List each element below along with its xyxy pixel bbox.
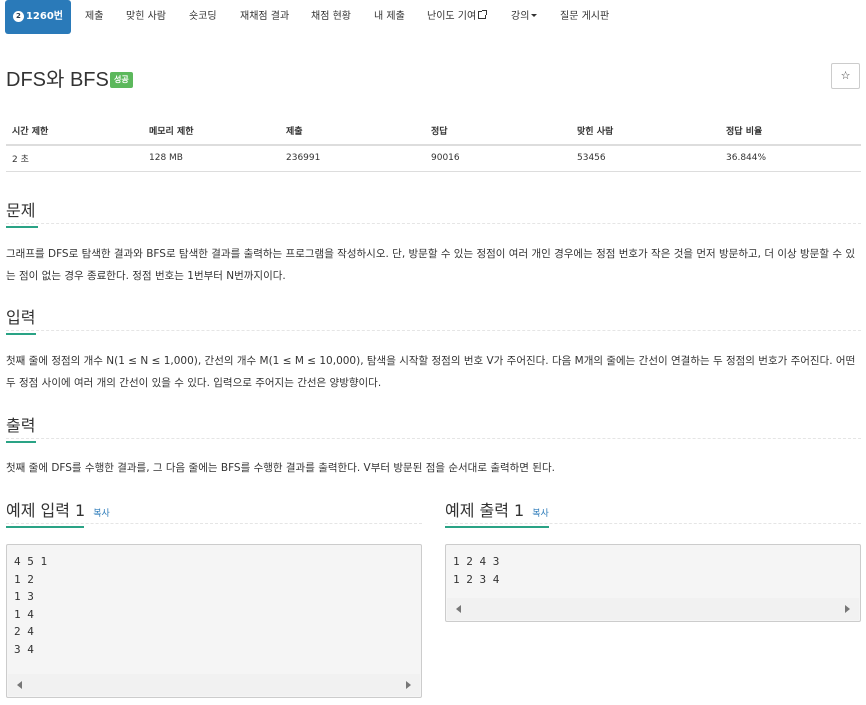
tab-problem-label: 1260번 xyxy=(25,11,64,22)
problem-heading-text: 문제 xyxy=(6,201,36,220)
tab-rejudge-results[interactable]: 재채점 결과 xyxy=(240,0,289,34)
problem-info-table: 시간 제한 메모리 제한 제출 정답 맞힌 사람 정답 비율 2 초 128 M… xyxy=(6,117,861,172)
sample-output-heading: 예제 출력 1 복사 xyxy=(445,497,549,528)
horizontal-scrollbar[interactable] xyxy=(8,674,420,696)
tab-qna-board[interactable]: 질문 게시판 xyxy=(560,0,609,34)
header-submissions: 제출 xyxy=(280,117,425,146)
output-heading-text: 출력 xyxy=(6,416,36,435)
heading-accent-bar xyxy=(445,526,549,528)
tab-problem[interactable]: 2 1260번 xyxy=(5,0,71,34)
info-header-row: 시간 제한 메모리 제한 제출 정답 맞힌 사람 정답 비율 xyxy=(6,117,861,146)
section-divider xyxy=(6,523,422,524)
sample-input-heading-text: 예제 입력 1 xyxy=(6,501,86,520)
accepted-value: 90016 xyxy=(425,145,571,172)
header-memory-limit: 메모리 제한 xyxy=(143,117,280,146)
problem-description: 그래프를 DFS로 탐색한 결과와 BFS로 탐색한 결과를 출력하는 프로그램… xyxy=(6,248,855,282)
sample-output-box[interactable]: 1 2 4 3 1 2 3 4 xyxy=(445,544,861,622)
status-badge: 성공 xyxy=(110,72,133,88)
external-link-icon xyxy=(478,10,488,19)
heading-accent-bar xyxy=(6,226,38,228)
section-divider xyxy=(6,438,861,439)
star-button[interactable]: ☆ xyxy=(831,63,860,89)
tab-difficulty-label: 난이도 기여 xyxy=(427,11,477,22)
memory-limit-value: 128 MB xyxy=(143,145,280,172)
time-limit-value: 2 초 xyxy=(6,145,143,172)
tab-difficulty-contribution[interactable]: 난이도 기여 xyxy=(427,0,488,34)
heading-accent-bar xyxy=(6,441,36,443)
caret-down-icon xyxy=(531,14,538,17)
problem-title: DFS와 BFS xyxy=(6,69,109,91)
tier-icon: 2 xyxy=(12,11,24,22)
output-heading: 출력 xyxy=(6,412,36,443)
problem-nav: 2 1260번 제출 맞힌 사람 숏코딩 재채점 결과 채점 현황 내 제출 난이… xyxy=(0,0,866,34)
header-accepted: 정답 xyxy=(425,117,571,146)
scroll-left-icon[interactable] xyxy=(17,681,22,689)
sample-input-heading: 예제 입력 1 복사 xyxy=(6,497,110,528)
input-heading: 입력 xyxy=(6,304,36,335)
header-time-limit: 시간 제한 xyxy=(6,117,143,146)
scroll-right-icon[interactable] xyxy=(406,681,411,689)
header-accept-rate: 정답 비율 xyxy=(720,117,861,146)
copy-sample-input-link[interactable]: 복사 xyxy=(93,509,110,519)
tab-solvers[interactable]: 맞힌 사람 xyxy=(126,0,166,34)
heading-accent-bar xyxy=(6,526,84,528)
tab-lectures[interactable]: 강의 xyxy=(511,0,538,34)
solvers-value: 53456 xyxy=(571,145,720,172)
submissions-value: 236991 xyxy=(280,145,425,172)
tab-short-coding[interactable]: 숏코딩 xyxy=(189,0,217,34)
tab-submit[interactable]: 제출 xyxy=(85,0,103,34)
tab-judge-status[interactable]: 채점 현황 xyxy=(311,0,351,34)
info-value-row: 2 초 128 MB 236991 90016 53456 36.844% xyxy=(6,145,861,172)
section-divider xyxy=(445,523,861,524)
sample-input-text: 4 5 1 1 2 1 3 1 4 2 4 3 4 xyxy=(14,555,48,656)
input-heading-text: 입력 xyxy=(6,308,36,327)
horizontal-scrollbar[interactable] xyxy=(447,598,859,620)
scroll-left-icon[interactable] xyxy=(456,605,461,613)
problem-heading: 문제 xyxy=(6,197,38,228)
input-description: 첫째 줄에 정점의 개수 N(1 ≤ N ≤ 1,000), 간선의 개수 M(… xyxy=(6,355,856,389)
sample-output-heading-text: 예제 출력 1 xyxy=(445,501,525,520)
tab-lectures-label: 강의 xyxy=(511,11,530,22)
sample-input-box[interactable]: 4 5 1 1 2 1 3 1 4 2 4 3 4 xyxy=(6,544,422,698)
heading-accent-bar xyxy=(6,333,36,335)
copy-sample-output-link[interactable]: 복사 xyxy=(532,509,549,519)
accept-rate-value: 36.844% xyxy=(720,145,861,172)
tab-my-submissions[interactable]: 내 제출 xyxy=(374,0,405,34)
section-divider xyxy=(6,223,861,224)
sample-output-text: 1 2 4 3 1 2 3 4 xyxy=(453,555,500,586)
section-divider xyxy=(6,330,861,331)
output-description: 첫째 줄에 DFS를 수행한 결과를, 그 다음 줄에는 BFS를 수행한 결과… xyxy=(6,462,555,474)
scroll-right-icon[interactable] xyxy=(845,605,850,613)
header-solvers: 맞힌 사람 xyxy=(571,117,720,146)
